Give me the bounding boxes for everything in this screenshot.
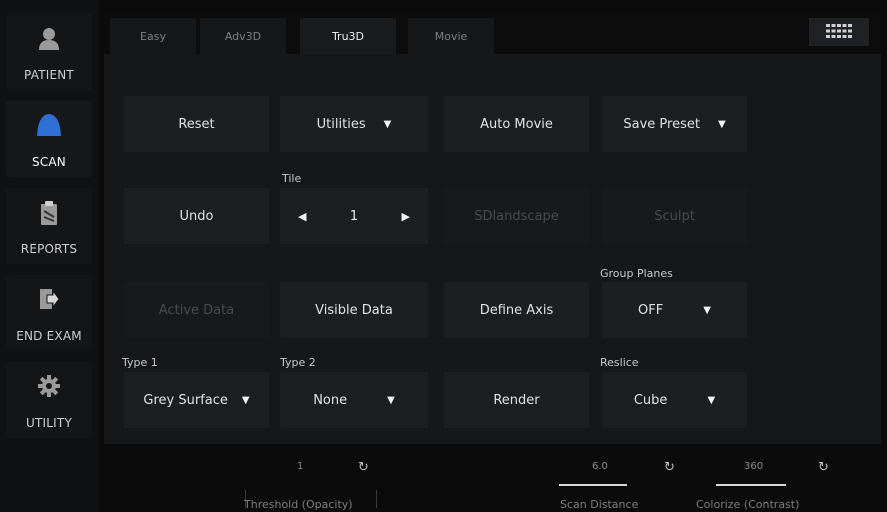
reset-button[interactable]: Reset (124, 96, 269, 152)
threshold-label[interactable]: Threshold (Opacity) (244, 498, 353, 511)
group-planes-dropdown[interactable]: OFF ▼ (602, 282, 747, 338)
exit-icon (38, 287, 60, 315)
group-planes-value: OFF (638, 302, 664, 318)
colorize-value: 360 (744, 461, 764, 472)
sidebar-item-reports[interactable]: REPORTS (6, 188, 92, 264)
undo-button[interactable]: Undo (124, 188, 269, 244)
reslice-value: Cube (633, 392, 668, 408)
type1-dropdown[interactable]: Grey Surface ▼ (124, 372, 269, 428)
tab-bar: Easy Adv3D Tru3D Movie (104, 10, 881, 54)
tab-easy[interactable]: Easy (110, 18, 196, 54)
threshold-value: 1 (297, 461, 304, 472)
tile-caption: Tile (282, 172, 302, 185)
active-data-button[interactable]: Active Data (124, 282, 269, 338)
probe-icon (34, 113, 64, 141)
sidebar-item-end-exam[interactable]: END EXAM (6, 275, 92, 351)
render-button[interactable]: Render (444, 372, 589, 428)
sidebar-item-label: SCAN (32, 155, 66, 169)
sidebar-item-label: UTILITY (26, 416, 72, 430)
knob-strip: 1 ↻ Threshold (Opacity) 6.0 ↻ Scan Dista… (104, 448, 881, 512)
caret-down-icon: ▼ (703, 304, 711, 316)
type1-caption: Type 1 (122, 356, 158, 369)
type2-dropdown[interactable]: None ▼ (280, 372, 428, 428)
caret-down-icon: ▼ (707, 394, 716, 406)
divider (376, 490, 377, 508)
utilities-label: Utilities (316, 116, 366, 132)
group-planes-caption: Group Planes (600, 267, 673, 280)
colorize-bar (716, 484, 786, 486)
sidebar-item-label: REPORTS (20, 242, 78, 256)
sidebar-item-scan[interactable]: SCAN (6, 101, 92, 177)
sidebar: PATIENT SCAN REPORTS END EXAM UTILITY (0, 0, 98, 512)
caret-down-icon: ▼ (383, 118, 392, 130)
sculpt-button[interactable]: Sculpt (602, 188, 747, 244)
sidebar-item-label: END EXAM (16, 329, 82, 343)
caret-down-icon: ▼ (717, 118, 726, 130)
type2-caption: Type 2 (280, 356, 316, 369)
main-panel: Easy Adv3D Tru3D Movie Reset Utilities ▼… (104, 10, 881, 444)
keypad-icon (826, 23, 852, 42)
type1-value: Grey Surface (143, 392, 228, 408)
utilities-dropdown[interactable]: Utilities ▼ (280, 96, 428, 152)
save-preset-dropdown[interactable]: Save Preset ▼ (602, 96, 747, 152)
auto-movie-button[interactable]: Auto Movie (444, 96, 589, 152)
keypad-button[interactable] (809, 18, 869, 46)
rotary-knob-icon[interactable]: ↻ (818, 460, 829, 475)
tile-stepper[interactable]: ◀ 1 ▶ (280, 188, 428, 244)
person-icon (37, 26, 61, 56)
arrow-left-icon[interactable]: ◀ (298, 210, 306, 223)
define-axis-button[interactable]: Define Axis (444, 282, 589, 338)
type2-value: None (313, 392, 348, 408)
save-preset-label: Save Preset (623, 116, 700, 132)
tab-movie[interactable]: Movie (408, 18, 494, 54)
colorize-label[interactable]: Colorize (Contrast) (696, 498, 799, 511)
sidebar-item-label: PATIENT (24, 68, 74, 82)
visible-data-button[interactable]: Visible Data (280, 282, 428, 338)
rotary-knob-icon[interactable]: ↻ (664, 460, 675, 475)
sidebar-item-patient[interactable]: PATIENT (6, 14, 92, 90)
arrow-right-icon[interactable]: ▶ (402, 210, 410, 223)
reslice-dropdown[interactable]: Cube ▼ (602, 372, 747, 428)
clipboard-icon (39, 200, 59, 230)
tile-value: 1 (349, 208, 359, 224)
caret-down-icon: ▼ (241, 394, 250, 406)
tab-adv3d[interactable]: Adv3D (200, 18, 286, 54)
rotary-knob-icon[interactable]: ↻ (358, 460, 369, 475)
sdlandscape-button[interactable]: SDlandscape (444, 188, 589, 244)
reslice-caption: Reslice (600, 356, 639, 369)
scan-distance-bar (559, 484, 627, 486)
caret-down-icon: ▼ (387, 394, 395, 406)
sidebar-item-utility[interactable]: UTILITY (6, 362, 92, 438)
tab-tru3d[interactable]: Tru3D (300, 18, 396, 54)
scan-distance-value: 6.0 (592, 461, 608, 472)
gear-icon (37, 374, 61, 402)
scan-distance-label[interactable]: Scan Distance (560, 498, 638, 511)
